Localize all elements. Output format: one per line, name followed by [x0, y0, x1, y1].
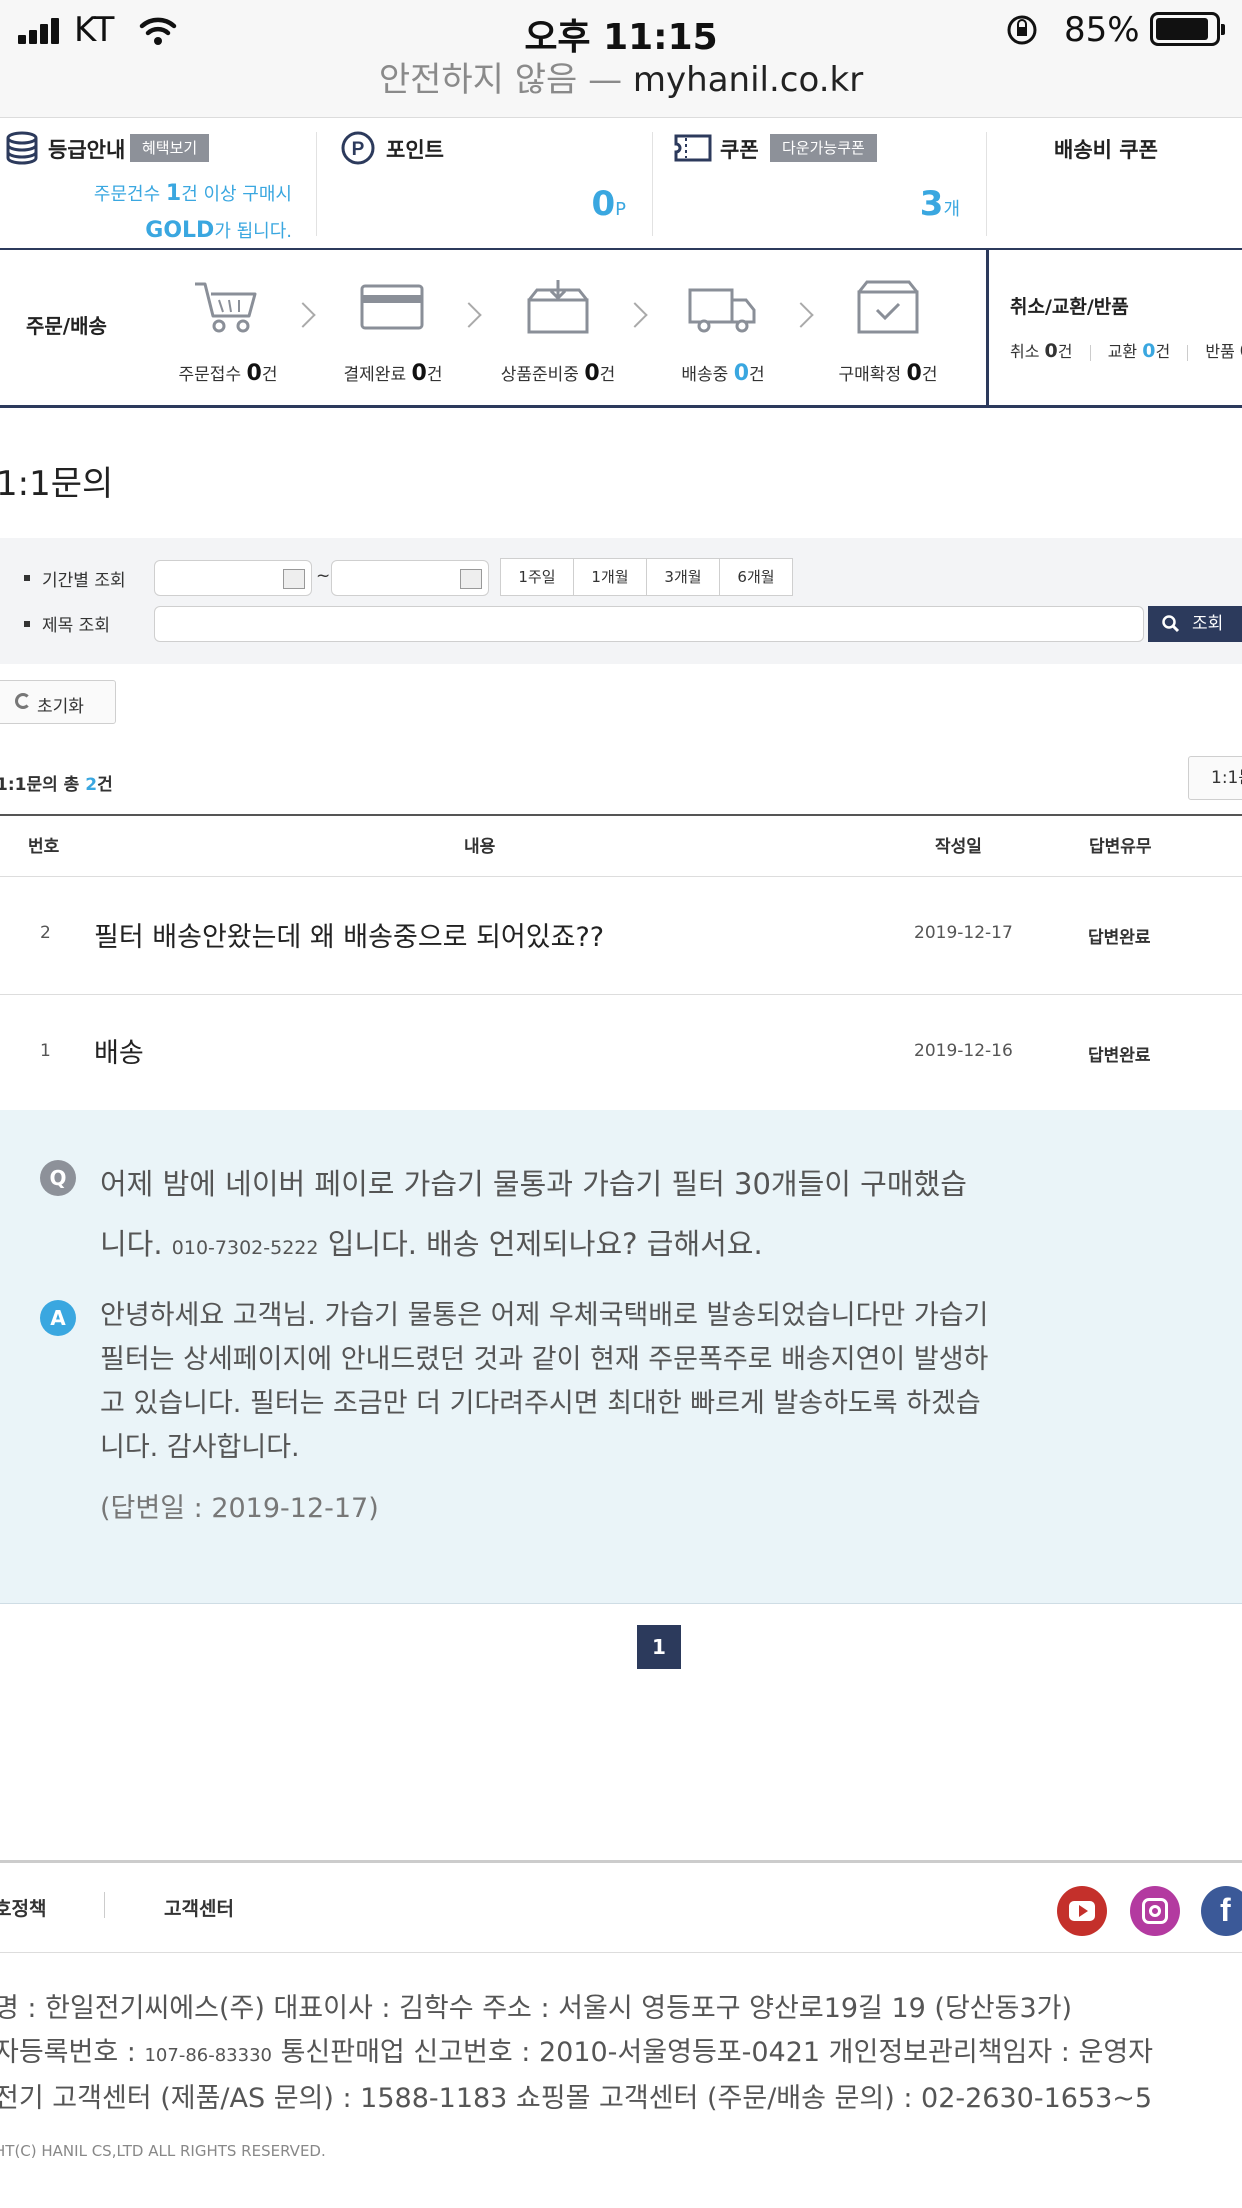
status-bar: KT 오후 11:15 85% [0, 0, 1242, 60]
period-3month-button[interactable]: 3개월 [646, 558, 720, 596]
customer-service-info: 전기 고객센터 (제품/AS 문의) : 1588-1183 쇼핑몰 고객센터 … [0, 2083, 1153, 2114]
order-status-bar: 주문/배송 주문접수 0건 결제완료 0건 상품준비중 0건 배송중 0건 구매… [0, 250, 1242, 408]
question-text: 어제 밤에 네이버 페이로 가습기 물통과 가습기 필터 30개들이 구매했습 … [100, 1167, 967, 1261]
col-header-answered: 답변유무 [1089, 837, 1152, 857]
row-date: 2019-12-17 [914, 923, 1013, 943]
address-bar[interactable]: 안전하지 않음 — myhanil.co.kr [0, 60, 1242, 118]
period-1month-button[interactable]: 1개월 [573, 558, 647, 596]
shipping-coupon-title: 배송비 쿠폰 [1054, 138, 1158, 162]
grade-panel: 등급안내 혜택보기 주문건수 1건 이상 구매시 GOLD가 됩니다. [0, 118, 316, 250]
row-title[interactable]: 배송 [94, 1031, 144, 1070]
answer-status: 답변완료 [1088, 928, 1151, 948]
point-icon: P [341, 131, 375, 165]
end-date-input[interactable] [331, 560, 489, 596]
period-1week-button[interactable]: 1주일 [500, 558, 574, 596]
search-icon [1162, 615, 1180, 633]
calendar-icon[interactable] [283, 569, 305, 589]
table-top-border [0, 814, 1242, 816]
returns-counts[interactable]: 취소 0건 교환 0건 반품 0 [1010, 338, 1242, 362]
reset-button[interactable]: 초기화 [0, 680, 116, 724]
question-badge-icon: Q [40, 1160, 76, 1196]
grade-title: 등급안내 [48, 138, 126, 162]
search-button[interactable]: 조회 [1148, 606, 1242, 642]
chevron-right-icon [456, 302, 482, 328]
point-title: 포인트 [386, 138, 444, 162]
step-shipping[interactable]: 배송중 0건 [668, 360, 778, 386]
step-order-received[interactable]: 주문접수 0건 [170, 360, 286, 386]
instagram-icon[interactable] [1130, 1886, 1180, 1936]
step-purchase-confirmed[interactable]: 구매확정 0건 [830, 360, 946, 386]
cart-icon [195, 282, 257, 333]
privacy-policy-link[interactable]: 호정책 [0, 1894, 46, 1921]
period-label: 기간별 조회 [42, 571, 126, 591]
business-registration: 자등록번호 : 107-86-83330 통신판매업 신고번호 : 2010-서… [0, 2037, 1154, 2068]
step-preparing[interactable]: 상품준비중 0건 [490, 360, 626, 386]
benefits-bar: 등급안내 혜택보기 주문건수 1건 이상 구매시 GOLD가 됩니다. P 포인… [0, 118, 1242, 250]
chevron-right-icon [788, 302, 814, 328]
table-row[interactable]: 1 배송 2019-12-16 답변완료 [0, 995, 1242, 1110]
chevron-right-icon [622, 302, 648, 328]
bullet-icon [24, 575, 30, 581]
clock: 오후 11:15 [524, 17, 718, 58]
period-6month-button[interactable]: 6개월 [719, 558, 793, 596]
answer-date: (답변일 : 2019-12-17) [100, 1493, 379, 1524]
refresh-icon [15, 693, 31, 709]
svg-text:P: P [352, 139, 365, 160]
credit-card-icon [360, 284, 424, 330]
answer-text: 안녕하세요 고객님. 가습기 물통은 어제 우체국택배로 발송되었습니다만 가습… [100, 1300, 989, 1463]
rotation-lock-icon [1007, 15, 1037, 45]
inquiry-total: 1:1문의 총 2건 [0, 775, 113, 795]
col-header-content: 내용 [464, 837, 496, 857]
row-title[interactable]: 필터 배송안왔는데 왜 배송중으로 되어있죠?? [94, 915, 604, 954]
grade-description: 주문건수 1건 이상 구매시 GOLD가 됩니다. [93, 181, 292, 243]
box-confirmed-icon [857, 280, 919, 334]
box-preparing-icon [527, 280, 589, 334]
bullet-icon [24, 621, 30, 627]
pagination-page-1[interactable]: 1 [637, 1625, 681, 1669]
search-panel [0, 538, 1242, 664]
answer-badge-icon: A [40, 1300, 76, 1336]
title-search-input[interactable] [154, 606, 1144, 642]
youtube-icon[interactable] [1057, 1886, 1107, 1936]
inquiry-detail-panel: Q 어제 밤에 네이버 페이로 가습기 물통과 가습기 필터 30개들이 구매했… [0, 1110, 1242, 1604]
coins-stack-icon [6, 131, 38, 165]
coupon-panel[interactable]: 쿠폰 다운가능쿠폰 3개 [652, 118, 986, 250]
title-search-label: 제목 조회 [42, 616, 110, 636]
calendar-icon[interactable] [460, 569, 482, 589]
customer-center-link[interactable]: 고객센터 [164, 1894, 234, 1921]
row-number: 1 [40, 1041, 51, 1061]
coupon-count: 3개 [919, 184, 960, 224]
copyright: HT(C) HANIL CS,LTD ALL RIGHTS RESERVED. [0, 2142, 326, 2160]
grade-benefit-button[interactable]: 혜택보기 [130, 134, 210, 162]
battery-percent: 85% [1064, 10, 1140, 50]
answer-status: 답변완료 [1088, 1046, 1151, 1066]
battery-icon [1150, 12, 1225, 46]
downloadable-coupon-button[interactable]: 다운가능쿠폰 [770, 134, 877, 162]
domain-label: myhanil.co.kr [632, 60, 864, 100]
coupon-title: 쿠폰 [720, 138, 759, 162]
returns-title: 취소/교환/반품 [1010, 296, 1129, 318]
facebook-icon[interactable]: f [1201, 1886, 1242, 1936]
col-header-no: 번호 [28, 837, 60, 857]
orders-title: 주문/배송 [26, 314, 107, 338]
table-row[interactable]: 2 필터 배송안왔는데 왜 배송중으로 되어있죠?? 2019-12-17 답변… [0, 877, 1242, 994]
write-inquiry-button[interactable]: 1:1문의 [1188, 756, 1242, 800]
point-panel[interactable]: P 포인트 0P [316, 118, 652, 250]
row-number: 2 [40, 923, 51, 943]
row-date: 2019-12-16 [914, 1041, 1013, 1061]
point-value: 0P [591, 184, 626, 224]
start-date-input[interactable] [154, 560, 312, 596]
step-payment-complete[interactable]: 결제완료 0건 [335, 360, 451, 386]
truck-icon [688, 288, 756, 333]
not-secure-label: 안전하지 않음 — [378, 60, 623, 100]
ticket-icon [674, 134, 712, 162]
company-info: 명 : 한일전기씨에스(주) 대표이사 : 김학수 주소 : 서울시 영등포구 … [0, 1993, 1073, 2024]
page-title: 1:1문의 [0, 464, 114, 504]
shipping-coupon-panel[interactable]: 배송비 쿠폰 [986, 118, 1242, 250]
chevron-right-icon [290, 302, 316, 328]
col-header-date: 작성일 [935, 837, 982, 857]
